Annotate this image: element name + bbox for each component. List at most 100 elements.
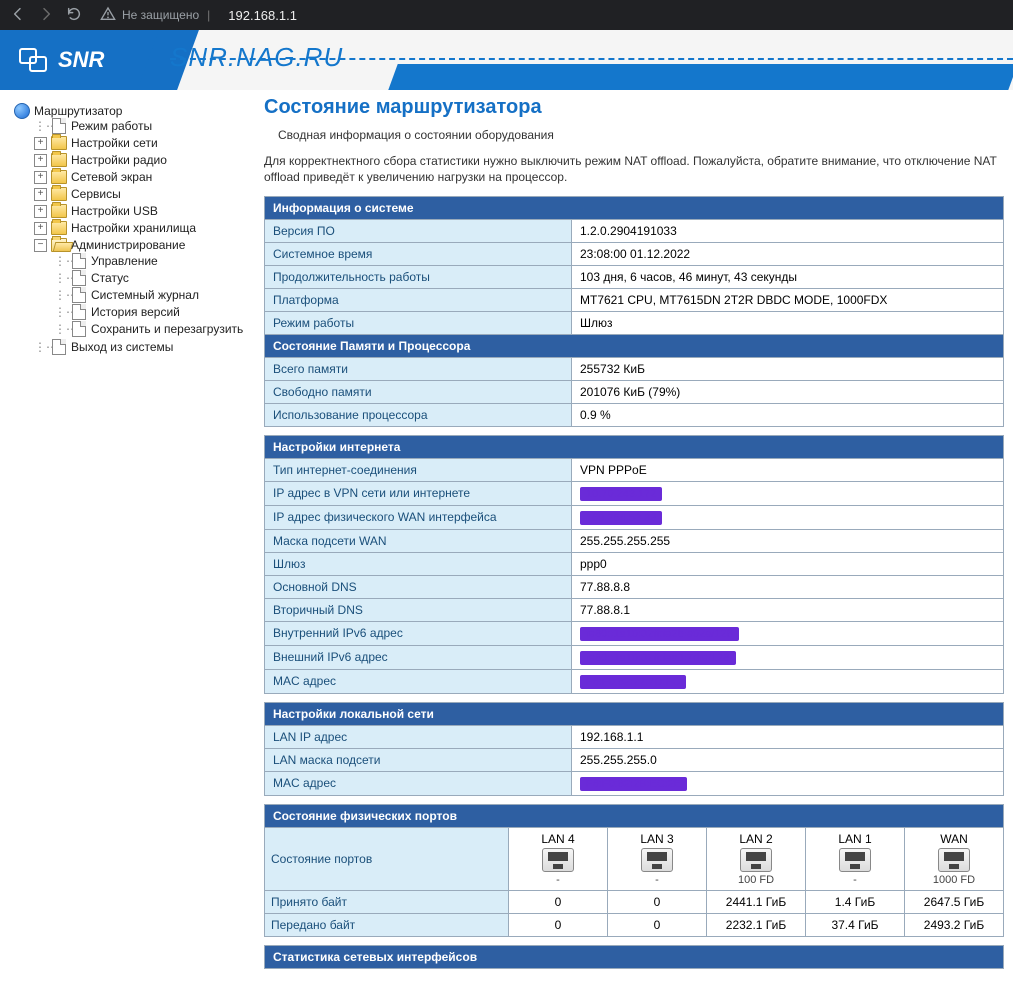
tree-subitem-label[interactable]: Управление	[91, 254, 158, 268]
port-rx: 2647.5 ГиБ	[905, 890, 1004, 913]
ports-status-label: Состояние портов	[265, 827, 509, 890]
page-icon	[72, 287, 86, 303]
port-rx: 0	[608, 890, 707, 913]
tree-item-label[interactable]: Сервисы	[71, 187, 121, 201]
tree-subitem[interactable]: ⋮⋯ История версий	[54, 305, 264, 319]
port-rx: 0	[509, 890, 608, 913]
tree-toggle[interactable]: +	[34, 222, 47, 235]
tree-item[interactable]: − Администрирование	[34, 238, 264, 252]
row-value: F6:F0:82:2B:EC:2E	[572, 771, 1004, 795]
table-row: ПлатформаMT7621 CPU, MT7615DN 2T2R DBDC …	[265, 288, 1004, 311]
tree-subitem-label[interactable]: Системный журнал	[91, 288, 199, 302]
table-row: Версия ПО1.2.0.2904191033	[265, 219, 1004, 242]
port-tx: 2232.1 ГиБ	[707, 913, 806, 936]
port-name: LAN 1	[812, 832, 898, 846]
port-name: LAN 4	[515, 832, 601, 846]
row-key: Использование процессора	[265, 403, 572, 426]
table-row: LAN маска подсети255.255.255.0	[265, 748, 1004, 771]
port-tx: 2493.2 ГиБ	[905, 913, 1004, 936]
port-cell: LAN 4-	[509, 827, 608, 890]
tree-item[interactable]: + Сетевой экран	[34, 170, 264, 184]
tree-connector: ⋮⋯	[34, 340, 47, 354]
row-value: Шлюз	[572, 311, 1004, 334]
page-icon	[52, 339, 66, 355]
tree-toggle[interactable]: −	[34, 239, 47, 252]
row-value: 192.168.1.1	[572, 725, 1004, 748]
port-tx: 0	[608, 913, 707, 936]
browser-toolbar: Не защищено | 192.168.1.1	[0, 0, 1013, 30]
globe-icon	[14, 103, 30, 119]
port-cell: LAN 1-	[806, 827, 905, 890]
tree-item-label[interactable]: Администрирование	[71, 238, 185, 252]
table-row: Вторичный DNS77.88.8.1	[265, 598, 1004, 621]
brand-logo: SNR	[0, 30, 168, 90]
port-tx: 37.4 ГиБ	[806, 913, 905, 936]
row-value: MT7621 CPU, MT7615DN 2T2R DBDC MODE, 100…	[572, 288, 1004, 311]
port-cell: LAN 2100 FD	[707, 827, 806, 890]
table-row: Основной DNS77.88.8.8	[265, 575, 1004, 598]
table-row: Использование процессора0.9 %	[265, 403, 1004, 426]
info-table: Настройки интернетаТип интернет-соединен…	[264, 435, 1004, 694]
tree-toggle[interactable]: +	[34, 188, 47, 201]
rj45-icon	[839, 848, 871, 872]
row-value: 77.88.8.1	[572, 598, 1004, 621]
tree-item[interactable]: ⋮⋯ Режим работы	[34, 119, 264, 133]
tree-item[interactable]: + Настройки сети	[34, 136, 264, 150]
tree-item-label[interactable]: Настройки USB	[71, 204, 158, 218]
tree-subitem-label[interactable]: История версий	[91, 305, 180, 319]
rj45-icon	[542, 848, 574, 872]
tree-toggle[interactable]: +	[34, 205, 47, 218]
back-icon[interactable]	[10, 6, 26, 25]
folder-open-icon	[51, 238, 67, 252]
section-header: Состояние Памяти и Процессора	[265, 334, 1004, 357]
tree-item-label[interactable]: Сетевой экран	[71, 170, 152, 184]
row-value: fe80::1a10:02ff:fe2b:e02a/128	[572, 621, 1004, 645]
tree-subitem[interactable]: ⋮⋯Управление	[54, 254, 264, 268]
tree-item[interactable]: + Сервисы	[34, 187, 264, 201]
url-separator: |	[199, 8, 218, 22]
table-row: Тип интернет-соединенияVPN PPPoE	[265, 458, 1004, 481]
row-value: fe80::1a10:02ff:fea3:7dfe/128	[572, 645, 1004, 669]
row-key: Продолжительность работы	[265, 265, 572, 288]
tree-toggle[interactable]: +	[34, 154, 47, 167]
tree-item-label[interactable]: Режим работы	[71, 119, 152, 133]
address-bar[interactable]: 192.168.1.1	[218, 8, 297, 23]
port-name: LAN 3	[614, 832, 700, 846]
tree-toggle[interactable]: +	[34, 137, 47, 150]
row-key: IP адрес в VPN сети или интернете	[265, 481, 572, 505]
reload-icon[interactable]	[66, 6, 82, 25]
tree-item[interactable]: + Настройки хранилища	[34, 221, 264, 235]
tree-item[interactable]: ⋮⋯ Выход из системы	[34, 340, 264, 354]
tree-toggle[interactable]: +	[34, 171, 47, 184]
tree-subitem[interactable]: ⋮⋯Сохранить и перезагрузить	[54, 322, 264, 336]
tree-item[interactable]: + Настройки радио	[34, 153, 264, 167]
tree-item-label[interactable]: Выход из системы	[71, 340, 173, 354]
tree-item[interactable]: + Настройки USB	[34, 204, 264, 218]
tree-connector: ⋮⋯	[54, 305, 67, 319]
page-title: Состояние маршрутизатора	[264, 96, 1007, 119]
row-key: Свободно памяти	[265, 380, 572, 403]
tree-item-label[interactable]: Настройки сети	[71, 136, 158, 150]
tree-item-label[interactable]: Настройки радио	[71, 153, 167, 167]
tree-connector: ⋮⋯	[34, 119, 47, 133]
row-value: ppp0	[572, 552, 1004, 575]
tree-root[interactable]: Маршрутизатор	[14, 104, 264, 118]
row-value: 201076 КиБ (79%)	[572, 380, 1004, 403]
table-row: MAC адресF6:F0:82:22:7D:FC	[265, 669, 1004, 693]
header-banner: SNR SNR.NAG.RU	[0, 30, 1013, 90]
port-status: 1000 FD	[911, 874, 997, 886]
tree-subitem[interactable]: ⋮⋯Системный журнал	[54, 288, 264, 302]
folder-icon	[51, 187, 67, 201]
forward-icon[interactable]	[38, 6, 54, 25]
tree-item-label[interactable]: Настройки хранилища	[71, 221, 196, 235]
port-name: WAN	[911, 832, 997, 846]
table-row: Режим работыШлюз	[265, 311, 1004, 334]
tree-subitem[interactable]: ⋮⋯Статус	[54, 271, 264, 285]
table-row: Всего памяти255732 КиБ	[265, 357, 1004, 380]
folder-icon	[51, 204, 67, 218]
tree-subitem-label[interactable]: Статус	[91, 271, 129, 285]
page-icon	[72, 253, 86, 269]
page-subtitle: Сводная информация о состоянии оборудова…	[264, 127, 1007, 143]
tree-subitem-label[interactable]: Сохранить и перезагрузить	[91, 322, 243, 336]
row-key: MAC адрес	[265, 771, 572, 795]
